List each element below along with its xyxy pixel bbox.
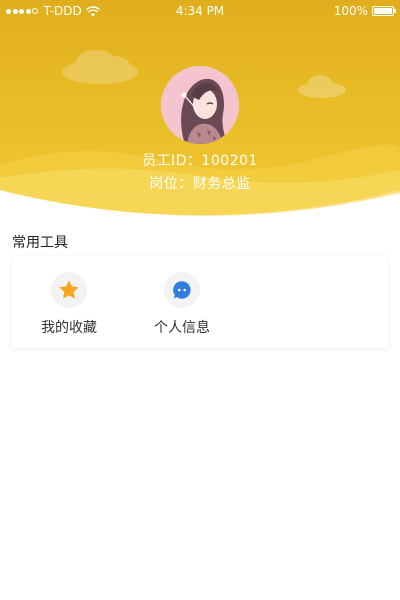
personal-info-icon-wrap (164, 272, 200, 308)
favorites-icon-wrap (51, 272, 87, 308)
status-bar: T-DDD 4:34 PM 100% (0, 0, 400, 22)
personal-info-label: 个人信息 (154, 320, 210, 336)
employee-id: 员工ID：100201 (142, 153, 258, 169)
chat-bubble-icon (173, 281, 191, 299)
battery-icon (372, 6, 396, 16)
avatar[interactable] (161, 66, 239, 144)
tools-card: 我的收藏 个人信息 (12, 256, 388, 348)
battery-percent: 100% (333, 4, 368, 18)
favorites-button[interactable]: 我的收藏 (12, 272, 126, 337)
personal-info-button[interactable]: 个人信息 (125, 272, 239, 337)
employee-position: 岗位：财务总监 (149, 176, 251, 192)
profile-screen: T-DDD 4:34 PM 100% 员工ID：100201 岗位：财务总监 常… (0, 0, 400, 600)
favorites-label: 我的收藏 (41, 320, 97, 336)
star-icon (59, 280, 79, 299)
section-title: 常用工具 (12, 235, 68, 251)
profile-header: T-DDD 4:34 PM 100% 员工ID：100201 岗位：财务总监 (0, 0, 400, 220)
status-right: 100% (333, 0, 396, 22)
avatar-illustration (161, 66, 239, 144)
